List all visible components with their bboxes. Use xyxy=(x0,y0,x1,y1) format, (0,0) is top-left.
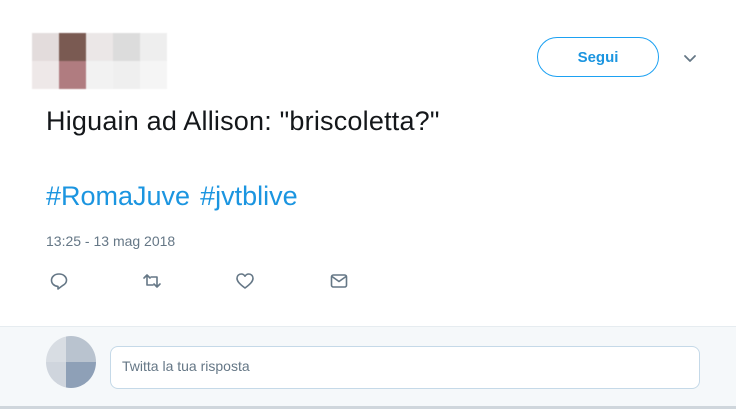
follow-button[interactable]: Segui xyxy=(537,37,659,77)
retweet-icon[interactable] xyxy=(141,270,163,292)
reply-input[interactable]: Twitta la tua risposta xyxy=(110,346,700,389)
reply-user-avatar xyxy=(46,336,96,388)
tweet-text: Higuain ad Allison: "briscoletta?" xyxy=(46,106,440,136)
blurred-user-avatar[interactable] xyxy=(32,33,194,89)
reply-composer: Twitta la tua risposta xyxy=(0,326,736,409)
chevron-down-icon[interactable] xyxy=(682,50,698,66)
hashtag-list: #RomaJuve #jvtblive xyxy=(46,181,308,212)
hashtag-link[interactable]: #jvtblive xyxy=(200,181,298,211)
hashtag-link[interactable]: #RomaJuve xyxy=(46,181,190,211)
reply-icon[interactable] xyxy=(48,270,70,292)
direct-message-icon[interactable] xyxy=(328,270,350,292)
like-icon[interactable] xyxy=(234,270,256,292)
tweet-card: Segui Higuain ad Allison: "briscoletta?"… xyxy=(0,0,736,326)
tweet-timestamp[interactable]: 13:25 - 13 mag 2018 xyxy=(46,233,175,249)
